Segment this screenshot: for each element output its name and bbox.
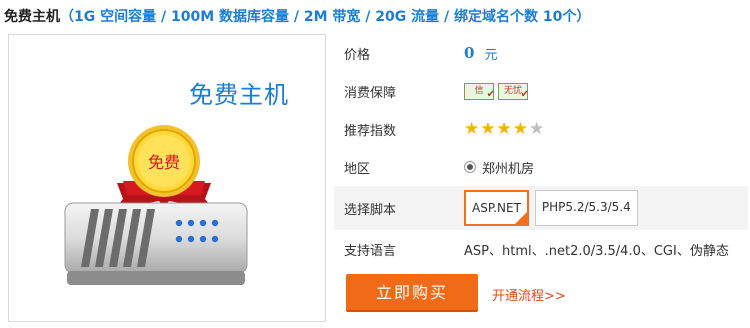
guarantee-row: 消费保障 信 ✔ 无忧 ✔ xyxy=(334,72,748,110)
rating-stars: ★ ★ ★ ★ ★ xyxy=(464,118,545,139)
language-label: 支持语言 xyxy=(344,243,397,259)
star-icon: ★ xyxy=(464,118,480,139)
worry-free-badge-icon: 无忧 ✔ xyxy=(498,82,529,100)
product-info-panel: 价格 0 元 消费保障 信 ✔ 无忧 ✔ 推荐指数 ★ ★ ★ ★ ★ 地区 郑州机… xyxy=(334,34,748,268)
activation-flow-link[interactable]: 开通流程>> xyxy=(492,285,566,304)
product-image-panel: 免费主机 免费 xyxy=(8,34,326,322)
region-label: 地区 xyxy=(344,161,371,177)
price-unit: 元 xyxy=(484,47,498,63)
star-icon: ★ xyxy=(480,118,496,139)
star-icon: ★ xyxy=(512,118,528,139)
price-row: 价格 0 元 xyxy=(334,34,748,72)
script-label: 选择脚本 xyxy=(344,202,397,218)
guarantee-label: 消费保障 xyxy=(344,85,397,101)
server-icon xyxy=(64,202,248,285)
trust-badge-icon: 信 ✔ xyxy=(464,82,495,100)
page-title: 免费主机（1G 空间容量 / 100M 数据库容量 / 2M 带宽 / 20G … xyxy=(4,6,590,26)
rating-label: 推荐指数 xyxy=(344,123,397,139)
region-value: 郑州机房 xyxy=(482,161,535,177)
script-row: 选择脚本 ASP.NET ✔ PHP5.2/5.3/5.4 xyxy=(334,186,748,230)
price-value: 0 xyxy=(464,44,475,62)
region-radio[interactable] xyxy=(464,161,476,173)
rating-row: 推荐指数 ★ ★ ★ ★ ★ xyxy=(334,110,748,148)
product-name: 免费主机 xyxy=(189,81,289,109)
buy-now-button[interactable]: 立即购买 xyxy=(346,274,478,312)
page-title-spec: （1G 空间容量 / 100M 数据库容量 / 2M 带宽 / 20G 流量 /… xyxy=(60,9,591,25)
price-label: 价格 xyxy=(344,47,371,63)
language-row: 支持语言 ASP、html、.net2.0/3.5/4.0、CGI、伪静态 xyxy=(334,230,748,268)
script-option-php[interactable]: PHP5.2/5.3/5.4 xyxy=(534,190,638,226)
star-half-icon: ★ xyxy=(529,118,545,139)
script-option-aspnet[interactable]: ASP.NET ✔ xyxy=(464,190,529,226)
region-row: 地区 郑州机房 xyxy=(334,148,748,186)
star-icon: ★ xyxy=(496,118,512,139)
language-value: ASP、html、.net2.0/3.5/4.0、CGI、伪静态 xyxy=(464,243,729,259)
medal-text: 免费 xyxy=(148,153,180,172)
page-title-main: 免费主机 xyxy=(4,9,60,25)
